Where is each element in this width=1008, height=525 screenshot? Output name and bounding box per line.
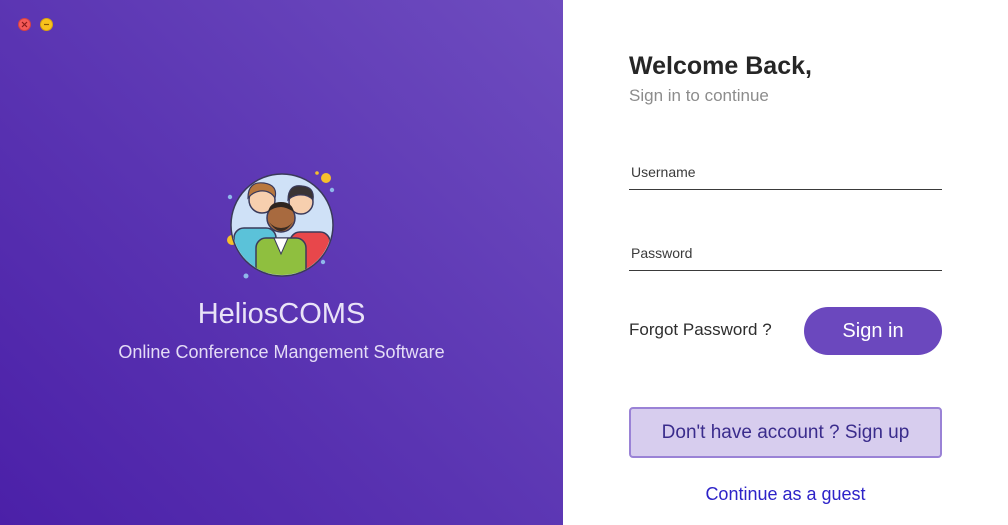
minimize-icon xyxy=(44,23,49,26)
username-input[interactable] xyxy=(629,154,942,189)
sign-in-button[interactable]: Sign in xyxy=(804,307,942,355)
password-input[interactable] xyxy=(629,235,942,270)
password-field xyxy=(629,235,942,271)
continue-as-guest-link[interactable]: Continue as a guest xyxy=(629,484,942,505)
window-minimize-button[interactable] xyxy=(40,18,53,31)
team-users-icon xyxy=(226,170,338,282)
close-icon xyxy=(21,21,28,28)
forgot-password-link[interactable]: Forgot Password ? xyxy=(629,320,772,340)
app-subtitle: Online Conference Mangement Software xyxy=(118,342,445,362)
username-field xyxy=(629,154,942,190)
sign-up-button[interactable]: Don't have account ? Sign up xyxy=(629,407,942,458)
app-title: HeliosCOMS xyxy=(197,298,366,330)
login-panel: Welcome Back, Sign in to continue Forgot… xyxy=(563,0,1008,525)
welcome-heading: Welcome Back, xyxy=(629,52,812,80)
brand-panel: HeliosCOMS Online Conference Mangement S… xyxy=(0,0,563,525)
window-close-button[interactable] xyxy=(18,18,31,31)
welcome-subheading: Sign in to continue xyxy=(629,86,769,105)
